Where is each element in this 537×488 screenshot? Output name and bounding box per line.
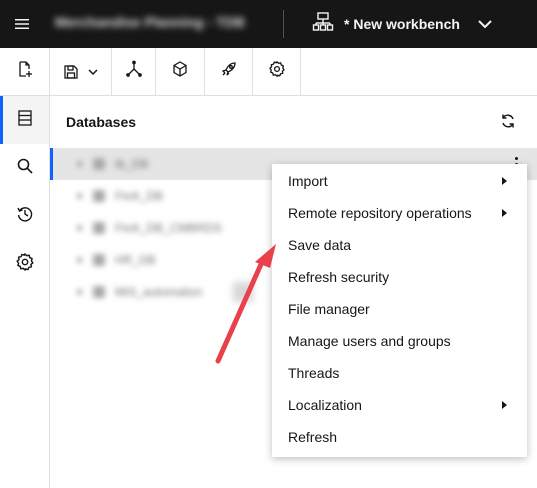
menu-item-localization[interactable]: Localization [272,389,527,421]
top-bar: Merchandise Planning - TDB * New workben… [0,0,537,48]
context-menu: Import Remote repository operations Save… [272,164,527,457]
top-divider [283,10,284,38]
database-icon [93,158,105,170]
refresh-button[interactable] [496,111,520,135]
database-icon [93,254,105,266]
rail-databases-button[interactable] [0,96,49,144]
cube-button[interactable] [156,48,205,95]
menu-item-remote-repository-operations[interactable]: Remote repository operations [272,197,527,229]
panel-title: Databases [66,114,137,130]
chevron-down-icon[interactable] [87,66,99,78]
gear-icon [268,60,286,83]
redaction-blur [233,282,253,302]
merge-icon [125,60,143,83]
hamburger-icon[interactable] [10,12,34,36]
toolbar [0,48,537,96]
menu-item-manage-users-and-groups[interactable]: Manage users and groups [272,325,527,357]
app-title: Merchandise Planning - TDB [55,14,245,30]
menu-item-refresh[interactable]: Refresh [272,421,527,453]
chevron-down-icon[interactable] [476,15,494,33]
rail-search-button[interactable] [0,144,49,192]
search-icon [16,157,34,180]
expand-caret-icon[interactable] [78,256,83,264]
database-icon [93,222,105,234]
database-list-icon [16,109,34,132]
rocket-button[interactable] [205,48,253,95]
rocket-icon [220,60,238,83]
workbench-icon [312,11,334,38]
rail-history-button[interactable] [0,192,49,240]
menu-item-save-data[interactable]: Save data [272,229,527,261]
refresh-icon [500,113,516,134]
menu-item-refresh-security[interactable]: Refresh security [272,261,527,293]
database-icon [93,190,105,202]
settings-button[interactable] [253,48,301,95]
menu-item-import[interactable]: Import [272,165,527,197]
cube-icon [171,60,189,83]
caret-right-icon [502,209,507,217]
save-button[interactable] [50,48,112,95]
rail-settings-button[interactable] [0,240,49,288]
save-icon [63,64,79,80]
expand-caret-icon[interactable] [78,224,83,232]
expand-caret-icon[interactable] [78,160,83,168]
new-file-button[interactable] [0,48,50,95]
expand-caret-icon[interactable] [78,192,83,200]
gear-icon [15,252,35,277]
history-icon [16,205,34,228]
workbench-selector[interactable]: * New workbench [312,10,494,38]
expand-caret-icon[interactable] [78,288,83,296]
left-rail [0,96,50,488]
menu-item-file-manager[interactable]: File manager [272,293,527,325]
new-file-icon [16,60,34,83]
caret-right-icon [502,177,507,185]
database-icon [93,286,105,298]
workbench-label: * New workbench [344,16,460,32]
merge-button[interactable] [112,48,156,95]
caret-right-icon [502,401,507,409]
menu-item-threads[interactable]: Threads [272,357,527,389]
